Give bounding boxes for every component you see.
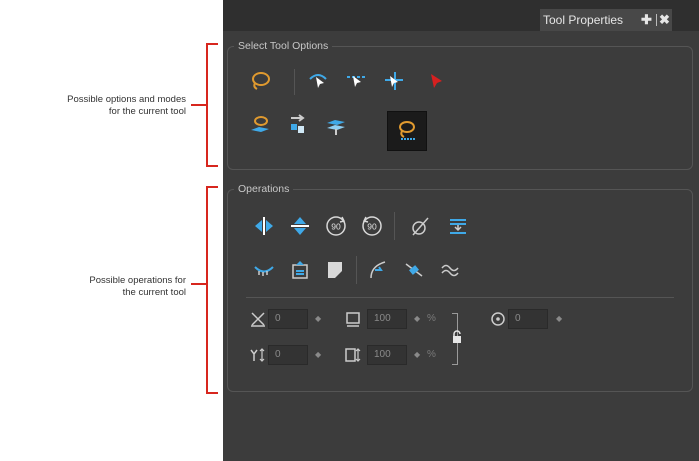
- cut-icon[interactable]: [400, 256, 428, 284]
- callout-select-options: Possible options and modes for the curre…: [10, 94, 186, 118]
- height-unit: %: [427, 349, 436, 360]
- flip-horizontal-icon[interactable]: [250, 212, 278, 240]
- snap-and-align-icon[interactable]: [342, 67, 370, 95]
- x-position-field[interactable]: 0: [268, 309, 308, 329]
- snap-to-thickness-icon[interactable]: [380, 67, 408, 95]
- rotate-90-cw-icon[interactable]: 90: [322, 212, 350, 240]
- select-by-color-icon[interactable]: [246, 111, 274, 139]
- wave-icon[interactable]: [436, 256, 464, 284]
- tab-divider: [656, 14, 657, 26]
- separator: [356, 256, 357, 284]
- tab-tool-properties[interactable]: Tool Properties ✚ ✖: [540, 9, 672, 31]
- height-icon: [345, 347, 361, 363]
- smooth-icon[interactable]: [250, 256, 278, 284]
- section-title: Operations: [234, 182, 294, 196]
- rotate-90-ccw-icon[interactable]: 90: [358, 212, 386, 240]
- y-position-field[interactable]: 0: [268, 345, 308, 365]
- distribute-icon[interactable]: [444, 212, 472, 240]
- callout-operations: Possible operations for the current tool: [10, 275, 186, 299]
- x-position-icon: [250, 311, 266, 327]
- close-icon[interactable]: ✖: [659, 9, 670, 31]
- rotation-field[interactable]: 0: [508, 309, 548, 329]
- callout-line: Possible options and modes: [67, 94, 186, 105]
- operations-section: Operations 90 90 0 ◆ 100 ◆ % 0 ◆ 0 ◆ 100…: [227, 182, 693, 392]
- tab-title: Tool Properties: [543, 13, 624, 27]
- rotate-cw-label: 90: [331, 222, 341, 232]
- y-position-stepper[interactable]: ◆: [315, 345, 321, 365]
- works-on-single-drawing-icon[interactable]: [422, 67, 450, 95]
- create-empty-drawing-icon[interactable]: [286, 256, 314, 284]
- rotation-stepper[interactable]: ◆: [556, 309, 562, 329]
- callout-bracket-select-options: [206, 43, 218, 167]
- separator: [394, 212, 395, 240]
- width-unit: %: [427, 313, 436, 324]
- callout-line: for the current tool: [108, 106, 186, 117]
- width-stepper[interactable]: ◆: [414, 309, 420, 329]
- tool-properties-panel: Tool Properties ✚ ✖ Select Tool Options: [223, 0, 699, 461]
- pencil-to-brush-icon[interactable]: [406, 212, 434, 240]
- width-field[interactable]: 100: [367, 309, 407, 329]
- height-field[interactable]: 100: [367, 345, 407, 365]
- callout-line: Possible operations for: [89, 275, 186, 286]
- lasso-icon[interactable]: [246, 67, 274, 95]
- plus-icon[interactable]: ✚: [641, 9, 652, 31]
- flip-vertical-icon[interactable]: [286, 212, 314, 240]
- callout-bracket-operations: [206, 186, 218, 394]
- adjust-curve-icon[interactable]: [364, 256, 392, 284]
- tab-bar: Tool Properties ✚ ✖: [223, 0, 699, 31]
- flatten-icon[interactable]: [322, 111, 350, 139]
- width-icon: [345, 311, 361, 327]
- section-title: Select Tool Options: [234, 39, 333, 53]
- callout-line: the current tool: [122, 287, 186, 298]
- height-stepper[interactable]: ◆: [414, 345, 420, 365]
- separator: [294, 69, 295, 95]
- x-position-stepper[interactable]: ◆: [315, 309, 321, 329]
- divider: [246, 297, 674, 298]
- rotation-icon: [490, 311, 506, 327]
- rotate-ccw-label: 90: [367, 222, 377, 232]
- select-tool-options-section: Select Tool Options: [227, 39, 693, 170]
- lock-icon[interactable]: [451, 330, 463, 344]
- apply-to-all-frames-icon[interactable]: [284, 111, 312, 139]
- fill-icon[interactable]: [322, 256, 350, 284]
- y-position-icon: [250, 347, 266, 363]
- lasso-mode-selected-icon[interactable]: [387, 111, 427, 151]
- snap-to-contour-icon[interactable]: [304, 67, 332, 95]
